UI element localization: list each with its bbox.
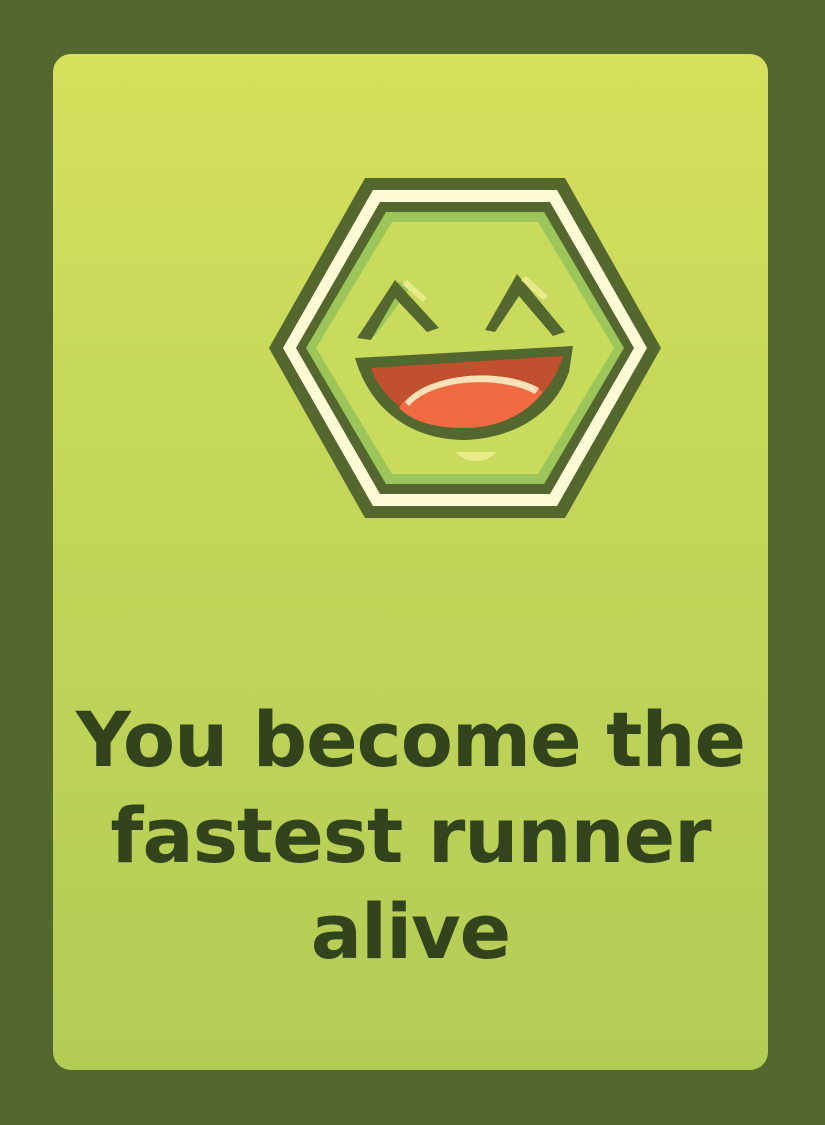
laughing-face-hexagon-icon: [269, 178, 661, 518]
card-text: You become the fastest runner alive: [75, 695, 746, 976]
game-card[interactable]: You become the fastest runner alive: [53, 54, 768, 1070]
